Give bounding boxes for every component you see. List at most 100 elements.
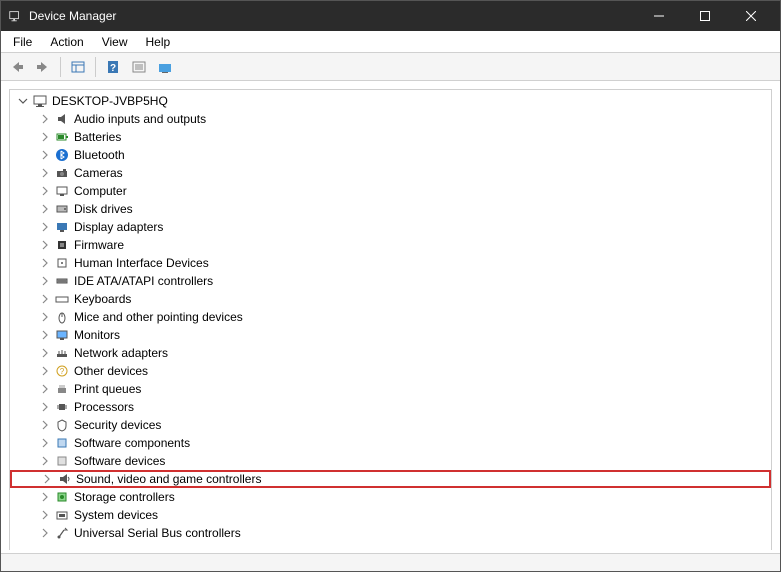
chevron-right-icon[interactable] bbox=[38, 166, 52, 180]
tree-item[interactable]: Bluetooth bbox=[10, 146, 771, 164]
tree-root-node[interactable]: DESKTOP-JVBP5HQ bbox=[10, 92, 771, 110]
tree-item-label: Bluetooth bbox=[74, 148, 125, 162]
battery-icon bbox=[54, 129, 70, 145]
menu-file[interactable]: File bbox=[5, 33, 40, 51]
forward-button[interactable] bbox=[31, 56, 55, 78]
scan-button[interactable] bbox=[127, 56, 151, 78]
chevron-right-icon[interactable] bbox=[38, 220, 52, 234]
tree-item[interactable]: Monitors bbox=[10, 326, 771, 344]
tree-item-label: Software components bbox=[74, 436, 190, 450]
chevron-right-icon[interactable] bbox=[38, 310, 52, 324]
toolbar-separator bbox=[95, 57, 96, 77]
chevron-right-icon[interactable] bbox=[38, 130, 52, 144]
titlebar: Device Manager bbox=[1, 1, 780, 31]
tree-item-label: Disk drives bbox=[74, 202, 133, 216]
tree-item[interactable]: Network adapters bbox=[10, 344, 771, 362]
toolbar-separator bbox=[60, 57, 61, 77]
chevron-right-icon[interactable] bbox=[38, 490, 52, 504]
tree-item-label: Cameras bbox=[74, 166, 123, 180]
display-icon bbox=[54, 219, 70, 235]
cpu-icon bbox=[54, 399, 70, 415]
printer-icon bbox=[54, 381, 70, 397]
tree-item[interactable]: Universal Serial Bus controllers bbox=[10, 524, 771, 542]
chevron-right-icon[interactable] bbox=[38, 400, 52, 414]
tree-item[interactable]: Computer bbox=[10, 182, 771, 200]
tree-item[interactable]: Batteries bbox=[10, 128, 771, 146]
menu-help[interactable]: Help bbox=[138, 33, 179, 51]
chevron-right-icon[interactable] bbox=[38, 418, 52, 432]
chevron-right-icon[interactable] bbox=[38, 508, 52, 522]
camera-icon bbox=[54, 165, 70, 181]
tree-item[interactable]: Display adapters bbox=[10, 218, 771, 236]
tree-item[interactable]: Software devices bbox=[10, 452, 771, 470]
sound-icon bbox=[56, 471, 72, 487]
chevron-right-icon[interactable] bbox=[38, 202, 52, 216]
chevron-right-icon[interactable] bbox=[38, 184, 52, 198]
tree-item[interactable]: Software components bbox=[10, 434, 771, 452]
tree-item-label: Other devices bbox=[74, 364, 148, 378]
content-area: DESKTOP-JVBP5HQ Audio inputs and outputs… bbox=[1, 81, 780, 553]
swcomp-icon bbox=[54, 435, 70, 451]
tree-item-label: Audio inputs and outputs bbox=[74, 112, 206, 126]
tree-item-label: Network adapters bbox=[74, 346, 168, 360]
chevron-right-icon[interactable] bbox=[38, 454, 52, 468]
tree-item[interactable]: Sound, video and game controllers bbox=[10, 470, 771, 488]
tree-item-label: IDE ATA/ATAPI controllers bbox=[74, 274, 213, 288]
menu-action[interactable]: Action bbox=[42, 33, 91, 51]
show-hidden-button[interactable] bbox=[153, 56, 177, 78]
tree-item[interactable]: Mice and other pointing devices bbox=[10, 308, 771, 326]
close-button[interactable] bbox=[728, 1, 774, 31]
chevron-right-icon[interactable] bbox=[38, 238, 52, 252]
chevron-right-icon[interactable] bbox=[38, 328, 52, 342]
tree-item[interactable]: Audio inputs and outputs bbox=[10, 110, 771, 128]
keyboard-icon bbox=[54, 291, 70, 307]
tree-item[interactable]: Security devices bbox=[10, 416, 771, 434]
chevron-right-icon[interactable] bbox=[38, 436, 52, 450]
toolbar: ? bbox=[1, 53, 780, 81]
security-icon bbox=[54, 417, 70, 433]
chevron-right-icon[interactable] bbox=[38, 256, 52, 270]
chevron-right-icon[interactable] bbox=[38, 292, 52, 306]
tree-item[interactable]: Firmware bbox=[10, 236, 771, 254]
tree-item-label: Processors bbox=[74, 400, 134, 414]
tree-item[interactable]: Human Interface Devices bbox=[10, 254, 771, 272]
tree-item[interactable]: Keyboards bbox=[10, 290, 771, 308]
tree-item-label: Computer bbox=[74, 184, 127, 198]
chevron-right-icon[interactable] bbox=[38, 148, 52, 162]
tree-item[interactable]: Disk drives bbox=[10, 200, 771, 218]
svg-text:?: ? bbox=[110, 63, 116, 74]
tree-item[interactable]: Print queues bbox=[10, 380, 771, 398]
chevron-right-icon[interactable] bbox=[38, 364, 52, 378]
minimize-button[interactable] bbox=[636, 1, 682, 31]
computer-icon bbox=[54, 183, 70, 199]
tree-item[interactable]: Cameras bbox=[10, 164, 771, 182]
chevron-right-icon[interactable] bbox=[38, 382, 52, 396]
tree-item-label: Storage controllers bbox=[74, 490, 175, 504]
chevron-down-icon[interactable] bbox=[16, 94, 30, 108]
tree-item-label: Software devices bbox=[74, 454, 165, 468]
chevron-right-icon[interactable] bbox=[40, 472, 54, 486]
menu-view[interactable]: View bbox=[94, 33, 136, 51]
tree-item[interactable]: ?Other devices bbox=[10, 362, 771, 380]
chevron-right-icon[interactable] bbox=[38, 526, 52, 540]
tree-item[interactable]: Processors bbox=[10, 398, 771, 416]
help-button[interactable]: ? bbox=[101, 56, 125, 78]
properties-button[interactable] bbox=[66, 56, 90, 78]
tree-item[interactable]: System devices bbox=[10, 506, 771, 524]
back-button[interactable] bbox=[5, 56, 29, 78]
tree-item-label: Universal Serial Bus controllers bbox=[74, 526, 241, 540]
firmware-icon bbox=[54, 237, 70, 253]
mouse-icon bbox=[54, 309, 70, 325]
usb-icon bbox=[54, 525, 70, 541]
chevron-right-icon[interactable] bbox=[38, 274, 52, 288]
chevron-right-icon[interactable] bbox=[38, 346, 52, 360]
maximize-button[interactable] bbox=[682, 1, 728, 31]
tree-item[interactable]: IDE ATA/ATAPI controllers bbox=[10, 272, 771, 290]
chevron-right-icon[interactable] bbox=[38, 112, 52, 126]
tree-item-label: Human Interface Devices bbox=[74, 256, 209, 270]
tree-item-label: Security devices bbox=[74, 418, 161, 432]
tree-item[interactable]: Storage controllers bbox=[10, 488, 771, 506]
tree-item-label: System devices bbox=[74, 508, 158, 522]
tree-item-label: Print queues bbox=[74, 382, 141, 396]
tree-item-label: Firmware bbox=[74, 238, 124, 252]
